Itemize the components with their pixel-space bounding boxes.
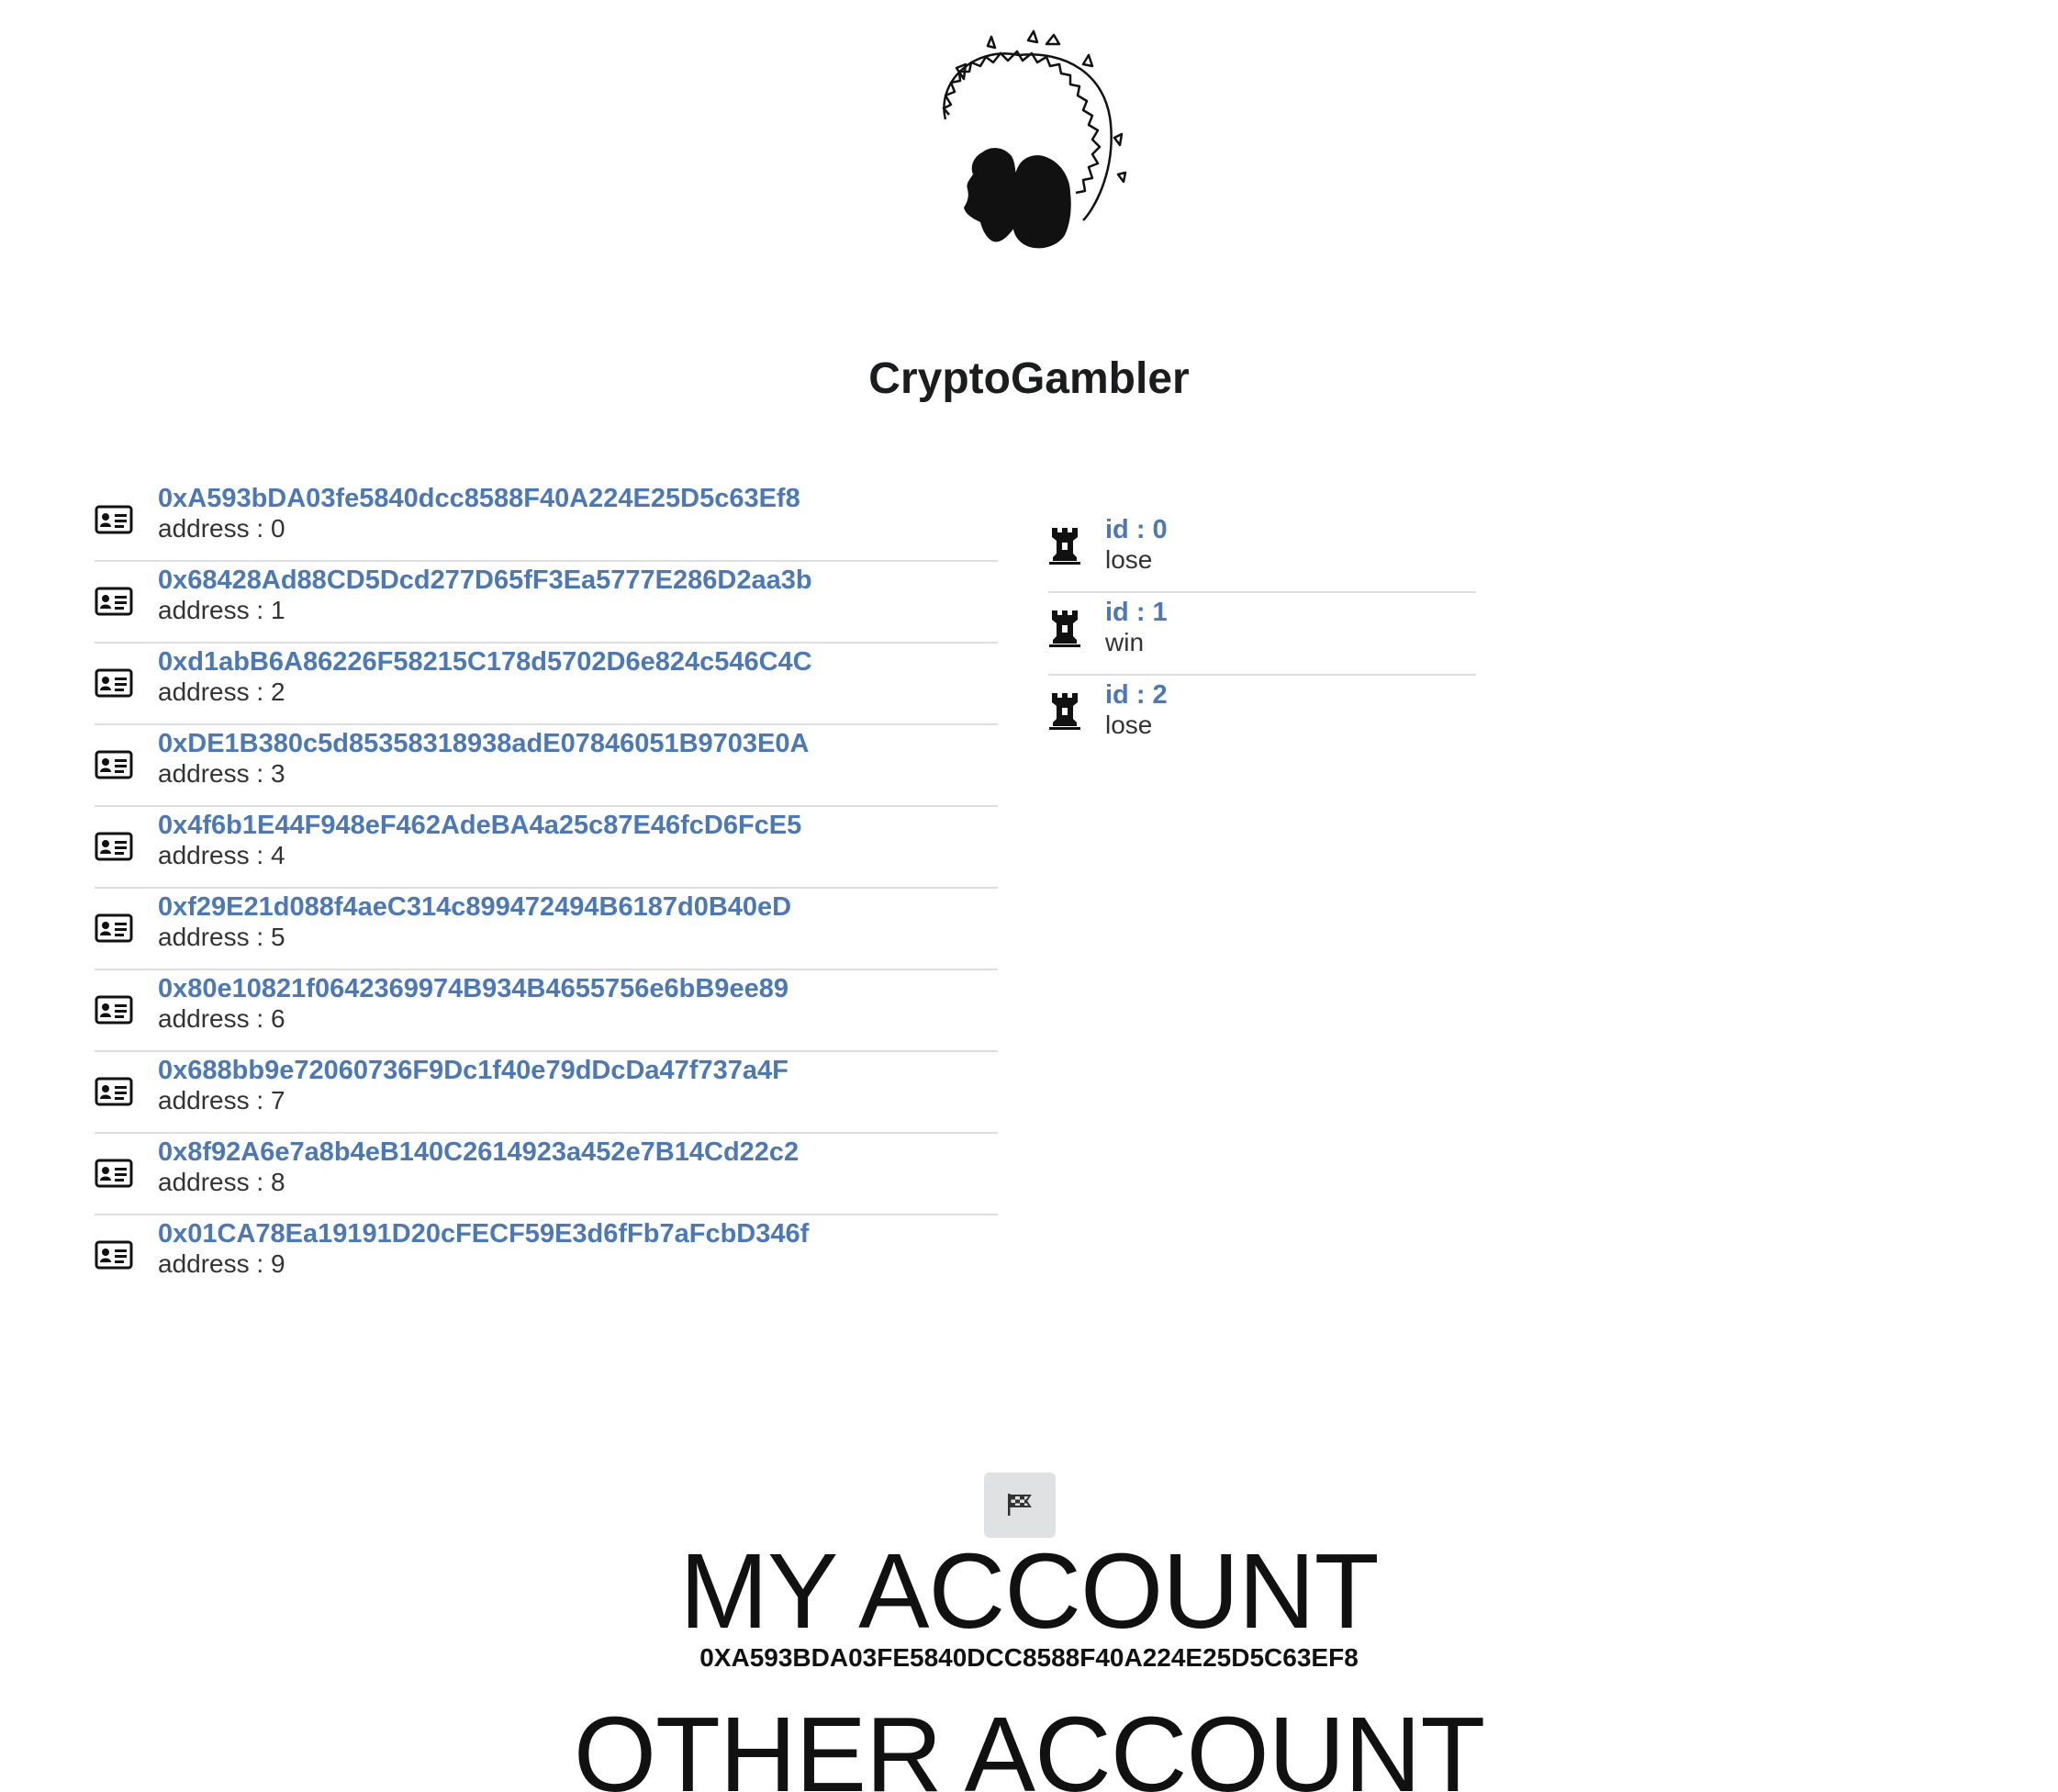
account-index-label: address : 6: [158, 1004, 285, 1033]
account-index-label: address : 9: [158, 1249, 285, 1278]
flag-button[interactable]: [984, 1473, 1056, 1538]
chess-rook-icon: [1049, 610, 1080, 647]
account-item[interactable]: 0xd1abB6A86226F58215C178d5702D6e824c546C…: [95, 644, 998, 725]
account-address-link[interactable]: 0x68428Ad88CD5Dcd277D65fF3Ea5777E286D2aa…: [158, 565, 812, 596]
address-card-icon: [95, 832, 133, 861]
address-card-icon: [95, 1240, 133, 1270]
account-address-link[interactable]: 0xDE1B380c5d85358318938adE07846051B9703E…: [158, 728, 809, 759]
account-item[interactable]: 0xA593bDA03fe5840dcc8588F40A224E25D5c63E…: [95, 483, 998, 562]
page: CryptoGambler 0xA593bDA03fe5840dcc8588F4…: [0, 0, 2058, 1792]
game-result: win: [1105, 628, 1145, 656]
game-item[interactable]: id : 0 lose: [1048, 510, 1476, 593]
account-item[interactable]: 0xDE1B380c5d85358318938adE07846051B9703E…: [95, 725, 998, 807]
game-result: lose: [1105, 545, 1153, 574]
chess-rook-icon: [1049, 528, 1080, 565]
account-address-link[interactable]: 0x688bb9e72060736F9Dc1f40e79dDcDa47f737a…: [158, 1055, 789, 1086]
address-card-icon: [95, 505, 133, 534]
account-item[interactable]: 0x80e10821f0642369974B934B4655756e6bB9ee…: [95, 970, 998, 1052]
address-card-icon: [95, 1077, 133, 1106]
address-card-icon: [95, 913, 133, 943]
my-account-address: 0XA593BDA03FE5840DCC8588F40A224E25D5C63E…: [699, 1643, 1359, 1672]
checkered-flag-icon: [1008, 1494, 1032, 1516]
game-result: lose: [1105, 711, 1153, 739]
account-index-label: address : 1: [158, 596, 285, 624]
gambler-logo: [942, 29, 1127, 249]
account-address-link[interactable]: 0xA593bDA03fe5840dcc8588F40A224E25D5c63E…: [158, 483, 800, 514]
other-account-title: OTHER ACCOUNT: [573, 1695, 1485, 1792]
account-index-label: address : 0: [158, 514, 285, 543]
game-id-link[interactable]: id : 1: [1105, 597, 1168, 628]
game-id-link[interactable]: id : 0: [1105, 514, 1168, 545]
account-index-label: address : 7: [158, 1086, 285, 1114]
account-index-label: address : 8: [158, 1168, 285, 1196]
account-address-link[interactable]: 0x01CA78Ea19191D20cFECF59E3d6fFb7aFcbD34…: [158, 1218, 809, 1249]
account-index-label: address : 4: [158, 841, 285, 869]
account-item[interactable]: 0x01CA78Ea19191D20cFECF59E3d6fFb7aFcbD34…: [95, 1215, 998, 1297]
account-address-link[interactable]: 0xf29E21d088f4aeC314c899472494B6187d0B40…: [158, 891, 791, 923]
account-address-link[interactable]: 0x80e10821f0642369974B934B4655756e6bB9ee…: [158, 973, 789, 1004]
address-card-icon: [95, 668, 133, 698]
game-item[interactable]: id : 2 lose: [1048, 676, 1476, 758]
my-account-title: MY ACCOUNT: [679, 1531, 1379, 1651]
account-item[interactable]: 0x68428Ad88CD5Dcd277D65fF3Ea5777E286D2aa…: [95, 562, 998, 644]
account-index-label: address : 2: [158, 678, 285, 706]
account-address-link[interactable]: 0x8f92A6e7a8b4eB140C2614923a452e7B14Cd22…: [158, 1137, 799, 1168]
address-card-icon: [95, 1159, 133, 1188]
address-card-icon: [95, 587, 133, 616]
account-item[interactable]: 0x4f6b1E44F948eF462AdeBA4a25c87E46fcD6Fc…: [95, 807, 998, 889]
address-card-icon: [95, 995, 133, 1025]
account-item[interactable]: 0xf29E21d088f4aeC314c899472494B6187d0B40…: [95, 889, 998, 970]
account-address-link[interactable]: 0x4f6b1E44F948eF462AdeBA4a25c87E46fcD6Fc…: [158, 810, 801, 841]
chess-rook-icon: [1049, 693, 1080, 730]
accounts-list: 0xA593bDA03fe5840dcc8588F40A224E25D5c63E…: [95, 483, 998, 1297]
games-list: id : 0 lose id : 1 win id : 2 lose: [1048, 510, 1476, 758]
account-item[interactable]: 0x8f92A6e7a8b4eB140C2614923a452e7B14Cd22…: [95, 1134, 998, 1215]
address-card-icon: [95, 750, 133, 779]
account-index-label: address : 5: [158, 923, 285, 951]
account-index-label: address : 3: [158, 759, 285, 788]
app-title: CryptoGambler: [868, 354, 1190, 403]
game-item[interactable]: id : 1 win: [1048, 593, 1476, 676]
account-item[interactable]: 0x688bb9e72060736F9Dc1f40e79dDcDa47f737a…: [95, 1052, 998, 1134]
account-address-link[interactable]: 0xd1abB6A86226F58215C178d5702D6e824c546C…: [158, 646, 812, 678]
game-id-link[interactable]: id : 2: [1105, 679, 1168, 711]
